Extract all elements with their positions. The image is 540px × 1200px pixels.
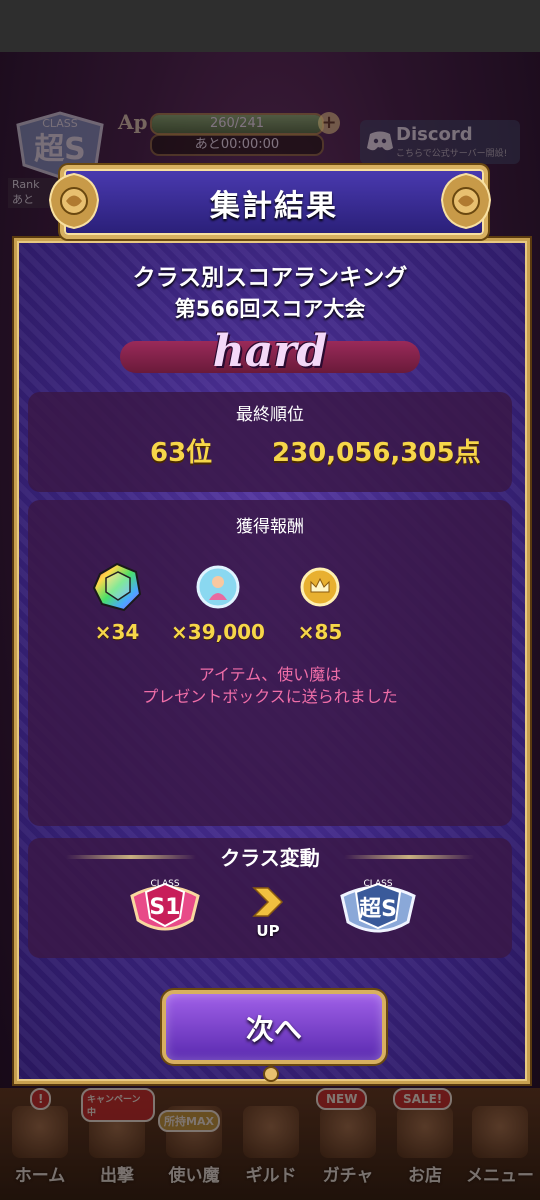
class-super-s-badge-icon: CLASS 超S: [340, 879, 416, 933]
up-arrow-icon: [252, 887, 284, 917]
gold-crown-coin-icon: [300, 567, 340, 607]
reward-qty-gem: ×34: [94, 620, 140, 644]
class-s1-badge-icon: CLASS S1: [130, 879, 200, 931]
rose-ornament-left-icon: [48, 172, 100, 230]
to-class-label: 超S: [359, 897, 397, 922]
dialog-title: 集計結果: [210, 189, 338, 224]
reward-item-card: ×39,000: [163, 560, 273, 644]
next-button-label: 次へ: [245, 1013, 302, 1046]
s1-class-caption: CLASS: [150, 879, 179, 889]
status-bar: [0, 0, 540, 52]
delivery-note-line2: プレゼントボックスに送られました: [142, 687, 398, 706]
class-change-label: クラス変動: [220, 846, 320, 870]
up-label: UP: [256, 922, 280, 940]
reward-qty-coin: ×85: [297, 620, 343, 644]
final-rank-label: 最終順位: [236, 405, 304, 425]
familiar-card-icon: [196, 565, 240, 609]
score-value: 230,056,305点: [272, 438, 481, 468]
rank-value: 63位: [150, 438, 213, 468]
rainbow-gem-icon: [92, 562, 142, 612]
reward-item-gem: ×34: [62, 560, 172, 644]
reward-item-coin: ×85: [265, 560, 375, 644]
contest-name: 第566回スコア大会: [174, 297, 366, 321]
reward-label: 獲得報酬: [236, 517, 304, 537]
delivery-note-line1: アイテム、使い魔は: [198, 665, 342, 684]
reward-panel: 獲得報酬: [28, 500, 512, 826]
rose-ornament-right-icon: [440, 172, 492, 230]
frame-gem-ornament: [263, 1066, 279, 1082]
super-s-class-caption: CLASS: [363, 879, 392, 889]
from-class-label: S1: [149, 895, 180, 920]
difficulty-label: hard: [212, 326, 328, 377]
title-banner: 集計結果: [60, 165, 488, 239]
reward-qty-card: ×39,000: [171, 620, 265, 644]
ranking-heading: クラス別スコアランキング: [132, 265, 408, 291]
next-button[interactable]: 次へ: [162, 990, 386, 1064]
